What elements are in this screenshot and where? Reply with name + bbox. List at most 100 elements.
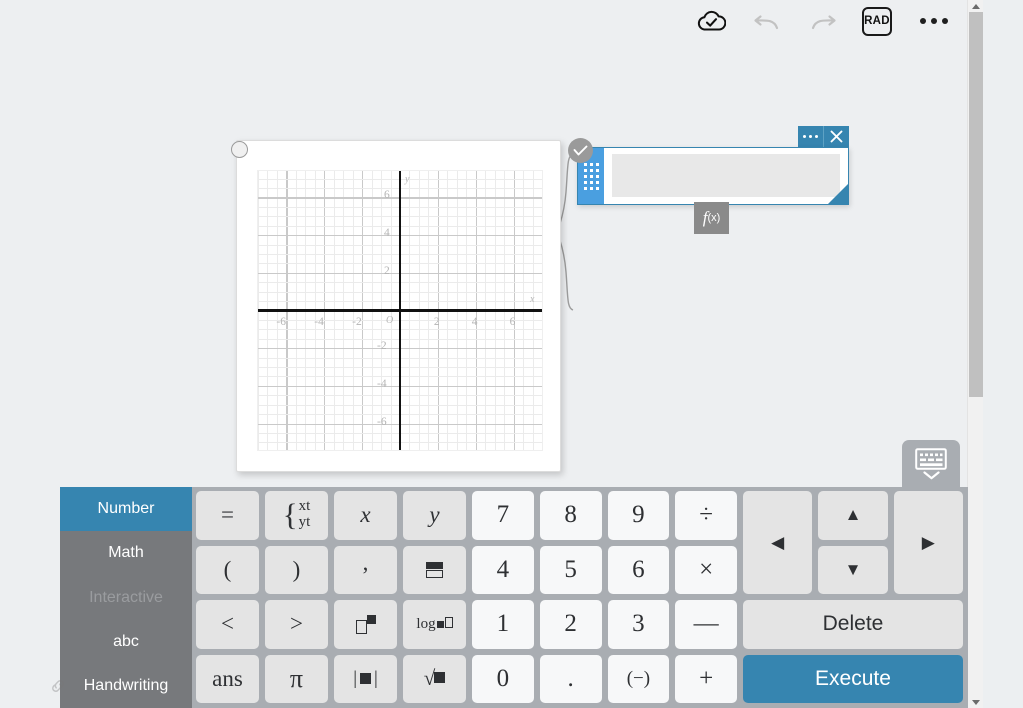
key-8[interactable]: 8 bbox=[539, 491, 602, 540]
delete-button[interactable]: Delete bbox=[743, 600, 963, 649]
panel-titlebar bbox=[798, 126, 849, 147]
fx-sub: (x) bbox=[707, 212, 721, 224]
origin-label: O bbox=[386, 314, 394, 326]
key-piecewise[interactable]: { xt yt bbox=[265, 491, 328, 540]
scrollbar-thumb[interactable] bbox=[969, 12, 983, 397]
key-arrow-right[interactable]: ▶ bbox=[893, 491, 963, 594]
panel-menu-icon[interactable] bbox=[798, 126, 823, 147]
tab-interactive: Interactive bbox=[89, 588, 163, 606]
keyboard-tab-list: Number Math Interactive abc Handwriting bbox=[60, 487, 192, 708]
key-9[interactable]: 9 bbox=[607, 491, 670, 540]
key-arrow-left[interactable]: ◀ bbox=[743, 491, 813, 594]
key-7[interactable]: 7 bbox=[472, 491, 534, 540]
key-paren-open[interactable]: ( bbox=[196, 545, 259, 594]
y-tick-label: 2 bbox=[384, 264, 390, 277]
key-equals[interactable]: = bbox=[196, 491, 259, 540]
y-tick-label: -6 bbox=[377, 415, 387, 428]
graph-card[interactable]: -6 -4 -2 2 4 6 6 4 2 -2 -4 -6 Oy x bbox=[236, 140, 561, 472]
cloud-save-icon[interactable] bbox=[694, 4, 728, 38]
x-tick-label: -4 bbox=[314, 315, 324, 328]
right-gutter bbox=[983, 0, 1023, 708]
top-toolbar: RAD bbox=[0, 0, 968, 42]
vertical-scrollbar[interactable] bbox=[967, 0, 983, 708]
confirm-icon[interactable] bbox=[568, 138, 593, 163]
function-picker-button[interactable]: f (x) bbox=[694, 202, 729, 234]
key-pi[interactable]: π bbox=[265, 654, 328, 703]
link-icon[interactable] bbox=[50, 678, 66, 694]
key-divide[interactable]: ÷ bbox=[675, 491, 737, 540]
key-3[interactable]: 3 bbox=[607, 600, 670, 649]
log-glyph: log bbox=[416, 616, 453, 633]
key-square-root[interactable]: √ bbox=[403, 654, 466, 703]
fraction-glyph bbox=[426, 561, 443, 578]
key-logarithm[interactable]: log bbox=[403, 600, 466, 649]
panel-resize-corner[interactable] bbox=[828, 184, 848, 204]
key-paren-close[interactable]: ) bbox=[265, 545, 328, 594]
key-decimal-point[interactable]: . bbox=[539, 654, 602, 703]
function-key-grid: = { xt yt x y ( ) , < > log ans π | | √ bbox=[196, 491, 466, 703]
key-5[interactable]: 5 bbox=[539, 545, 602, 594]
key-answer[interactable]: ans bbox=[196, 654, 259, 703]
x-tick-label: 4 bbox=[471, 315, 478, 328]
keyboard-icon bbox=[915, 447, 947, 470]
close-icon[interactable] bbox=[824, 126, 849, 147]
chevron-down-icon bbox=[922, 470, 940, 479]
undo-icon[interactable] bbox=[750, 4, 784, 38]
tab-handwriting[interactable]: Handwriting bbox=[60, 664, 192, 708]
more-options-icon[interactable] bbox=[914, 12, 954, 30]
y-tick-label: 4 bbox=[384, 227, 390, 240]
abs-glyph: | | bbox=[353, 667, 378, 689]
key-plus[interactable]: + bbox=[675, 654, 737, 703]
key-minus[interactable]: — bbox=[675, 600, 737, 649]
tab-math[interactable]: Math bbox=[60, 531, 192, 575]
number-key-grid: 7 8 9 ÷ 4 5 6 × 1 2 3 — 0 . (−) + bbox=[472, 491, 737, 703]
x-tick-label: 2 bbox=[433, 315, 440, 328]
x-tick-label: -2 bbox=[352, 315, 362, 328]
execute-button[interactable]: Execute bbox=[743, 654, 963, 703]
key-power[interactable] bbox=[334, 600, 397, 649]
key-fraction[interactable] bbox=[403, 545, 466, 594]
graph-resize-handle[interactable] bbox=[231, 141, 248, 158]
key-variable-x[interactable]: x bbox=[334, 491, 397, 540]
math-input-panel[interactable] bbox=[568, 126, 849, 205]
x-tick-label: -6 bbox=[276, 315, 286, 328]
key-0[interactable]: 0 bbox=[472, 654, 534, 703]
key-arrow-down[interactable]: ▼ bbox=[818, 545, 888, 594]
scroll-up-icon[interactable] bbox=[968, 0, 984, 12]
key-negative-sign[interactable]: (−) bbox=[607, 654, 670, 703]
key-6[interactable]: 6 bbox=[607, 545, 670, 594]
key-4[interactable]: 4 bbox=[472, 545, 534, 594]
y-tick-label: 6 bbox=[384, 189, 390, 202]
piecewise-brace: { bbox=[282, 496, 298, 532]
key-1[interactable]: 1 bbox=[472, 600, 534, 649]
key-greater-than[interactable]: > bbox=[265, 600, 328, 649]
tab-number[interactable]: Number bbox=[60, 487, 192, 532]
x-axis-name: x bbox=[530, 293, 535, 305]
piecewise-top: xt bbox=[298, 498, 311, 515]
key-2[interactable]: 2 bbox=[539, 600, 602, 649]
keyboard-key-sections: = { xt yt x y ( ) , < > log ans π | | √ … bbox=[192, 487, 968, 708]
keyboard-toggle-button[interactable] bbox=[902, 440, 960, 487]
angle-mode-button[interactable]: RAD bbox=[862, 6, 892, 36]
gridline-vertical bbox=[542, 171, 543, 450]
y-axis-name: y bbox=[405, 174, 410, 185]
power-glyph bbox=[355, 614, 376, 634]
redo-icon[interactable] bbox=[806, 4, 840, 38]
y-axis bbox=[398, 171, 402, 450]
y-tick-label: -4 bbox=[377, 377, 387, 390]
x-tick-label: 6 bbox=[509, 315, 516, 328]
math-expression-input[interactable] bbox=[612, 154, 840, 197]
scroll-down-icon[interactable] bbox=[968, 696, 984, 708]
virtual-keyboard: Number Math Interactive abc Handwriting … bbox=[60, 487, 968, 708]
key-variable-y[interactable]: y bbox=[403, 491, 466, 540]
app-root: RAD -6 -4 -2 2 4 6 6 4 2 -2 -4 -6 Oy x f… bbox=[0, 0, 1023, 708]
y-tick-label: -2 bbox=[377, 340, 387, 353]
coordinate-plane[interactable]: -6 -4 -2 2 4 6 6 4 2 -2 -4 -6 Oy x bbox=[257, 170, 543, 451]
key-multiply[interactable]: × bbox=[675, 545, 737, 594]
piecewise-bottom: yt bbox=[298, 514, 311, 531]
key-arrow-up[interactable]: ▲ bbox=[818, 491, 888, 540]
key-less-than[interactable]: < bbox=[196, 600, 259, 649]
tab-abc[interactable]: abc bbox=[60, 620, 192, 664]
key-absolute-value[interactable]: | | bbox=[334, 654, 397, 703]
key-comma[interactable]: , bbox=[334, 545, 397, 594]
